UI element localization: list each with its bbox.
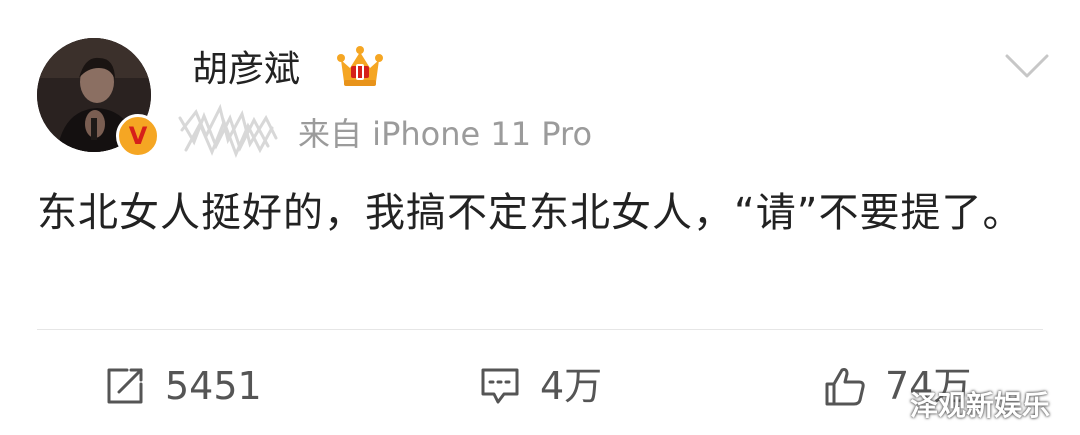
post-text: 东北女人挺好的，我搞不定东北女人，“请”不要提了。 xyxy=(37,190,1024,236)
comment-button[interactable]: 4万 xyxy=(478,364,602,408)
redaction-scribble xyxy=(178,103,278,159)
author-name[interactable]: 胡彦斌 xyxy=(192,46,300,94)
verified-badge-label: V xyxy=(128,122,148,150)
repost-button[interactable]: 5451 xyxy=(103,364,262,408)
chevron-down-icon[interactable] xyxy=(1003,50,1051,82)
post-header: V 胡彦斌 来自 iPhone 11 Pro xyxy=(0,0,1080,170)
verified-badge: V xyxy=(116,114,160,158)
repost-icon xyxy=(107,368,143,404)
post-source: 来自 iPhone 11 Pro xyxy=(298,115,593,153)
comment-count: 4万 xyxy=(540,364,603,408)
comment-icon xyxy=(481,368,519,404)
thumbs-up-icon xyxy=(825,368,865,406)
site-watermark: 泽观新娱乐 xyxy=(910,389,1051,422)
crown-icon xyxy=(337,46,383,86)
repost-count: 5451 xyxy=(165,364,262,408)
